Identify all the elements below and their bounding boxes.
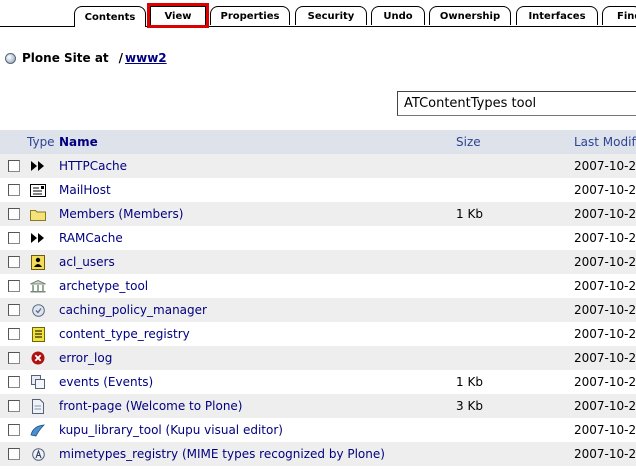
row-name-link[interactable]: RAMCache (59, 231, 123, 245)
row-name-link[interactable]: caching_policy_manager (59, 303, 207, 317)
row-checkbox[interactable] (8, 352, 20, 364)
row-name-link[interactable]: front-page (Welcome to Plone) (59, 399, 243, 413)
site-title: Plone Site at (22, 51, 109, 65)
row-date: 2007-10-23 (574, 207, 636, 221)
row-size: 1 Kb (456, 375, 483, 389)
row-checkbox[interactable] (8, 208, 20, 220)
path-link[interactable]: www2 (125, 51, 167, 65)
add-object-selected-value: ATContentTypes tool (404, 96, 537, 111)
table-row: HTTPCache 2007-10-23 (0, 154, 636, 178)
row-date: 2007-10-23 (574, 399, 636, 413)
row-date: 2007-10-23 (574, 255, 636, 269)
row-checkbox[interactable] (8, 424, 20, 436)
column-name[interactable]: Name (59, 135, 98, 149)
row-name-link[interactable]: mimetypes_registry (MIME types recognize… (59, 447, 385, 461)
folder-icon (30, 206, 46, 222)
row-name-link[interactable]: events (Events) (59, 375, 153, 389)
row-name-link[interactable]: error_log (59, 351, 112, 365)
breadcrumb: Plone Site at / www2 (5, 50, 167, 66)
table-row: RAMCache 2007-10-23 (0, 226, 636, 250)
row-checkbox[interactable] (8, 328, 20, 340)
table-row: front-page (Welcome to Plone) 3 Kb 2007-… (0, 394, 636, 418)
tab-interfaces[interactable]: Interfaces (516, 6, 598, 25)
row-date: 2007-10-23 (574, 159, 636, 173)
table-row: error_log 2007-10-23 (0, 346, 636, 370)
column-size[interactable]: Size (456, 135, 481, 149)
row-date: 2007-10-23 (574, 375, 636, 389)
management-tabs: Contents View Properties Security Undo O… (0, 0, 636, 30)
row-date: 2007-10-23 (574, 327, 636, 341)
add-object-select[interactable]: ATContentTypes tool (397, 91, 636, 116)
row-checkbox[interactable] (8, 280, 20, 292)
table-row: kupu_library_tool (Kupu visual editor) 2… (0, 418, 636, 442)
row-checkbox[interactable] (8, 400, 20, 412)
row-checkbox[interactable] (8, 448, 20, 460)
row-name-link[interactable]: archetype_tool (59, 279, 148, 293)
row-name-link[interactable]: MailHost (59, 183, 111, 197)
plone-site-icon (5, 52, 16, 64)
table-header: Type Name Size Last Modified (0, 130, 636, 154)
row-date: 2007-10-23 (574, 279, 636, 293)
row-date: 2007-10-23 (574, 423, 636, 437)
tab-contents[interactable]: Contents (74, 6, 146, 27)
table-row: archetype_tool 2007-10-23 (0, 274, 636, 298)
row-checkbox[interactable] (8, 184, 20, 196)
row-checkbox[interactable] (8, 232, 20, 244)
row-checkbox[interactable] (8, 256, 20, 268)
table-row: MailHost 2007-10-23 (0, 178, 636, 202)
path-separator: / (118, 51, 124, 65)
kupu-icon (30, 422, 46, 438)
row-date: 2007-10-23 (574, 231, 636, 245)
row-date: 2007-10-23 (574, 351, 636, 365)
row-checkbox[interactable] (8, 376, 20, 388)
user-folder-icon (30, 254, 46, 270)
table-row: Members (Members) 1 Kb 2007-10-23 (0, 202, 636, 226)
row-name-link[interactable]: kupu_library_tool (Kupu visual editor) (59, 423, 283, 437)
table-row: caching_policy_manager 2007-10-23 (0, 298, 636, 322)
tab-view[interactable]: View (147, 3, 209, 28)
tab-undo[interactable]: Undo (371, 6, 425, 25)
error-log-icon (30, 350, 46, 366)
row-size: 3 Kb (456, 399, 483, 413)
table-row: events (Events) 1 Kb 2007-10-23 (0, 370, 636, 394)
row-checkbox[interactable] (8, 160, 20, 172)
column-last-modified[interactable]: Last Modified (574, 135, 636, 149)
mailhost-icon (30, 182, 46, 198)
row-date: 2007-10-23 (574, 447, 636, 461)
row-date: 2007-10-23 (574, 183, 636, 197)
events-icon (30, 374, 46, 390)
cache-manager-icon (30, 158, 46, 174)
tab-security[interactable]: Security (295, 6, 367, 25)
document-icon (30, 398, 46, 414)
row-name-link[interactable]: Members (Members) (59, 207, 183, 221)
mimetypes-icon (30, 446, 46, 462)
registry-icon (30, 326, 46, 342)
table-row: content_type_registry 2007-10-23 (0, 322, 636, 346)
row-size: 1 Kb (456, 207, 483, 221)
caching-policy-icon (30, 302, 46, 318)
column-type[interactable]: Type (27, 135, 55, 149)
table-row: acl_users 2007-10-23 (0, 250, 636, 274)
row-date: 2007-10-23 (574, 303, 636, 317)
tab-find[interactable]: Find (602, 6, 636, 25)
table-row: mimetypes_registry (MIME types recognize… (0, 442, 636, 466)
archetype-tool-icon (30, 278, 46, 294)
row-checkbox[interactable] (8, 304, 20, 316)
row-name-link[interactable]: HTTPCache (59, 159, 127, 173)
cache-manager-icon (30, 230, 46, 246)
row-name-link[interactable]: acl_users (59, 255, 115, 269)
tab-ownership[interactable]: Ownership (429, 6, 511, 25)
tab-properties[interactable]: Properties (210, 6, 290, 25)
row-name-link[interactable]: content_type_registry (59, 327, 190, 341)
